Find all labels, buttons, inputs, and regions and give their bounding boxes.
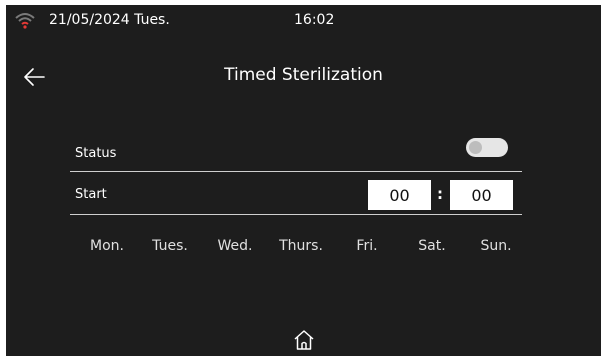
home-icon[interactable] <box>292 328 316 352</box>
day-wednesday[interactable]: Wed. <box>205 238 265 254</box>
status-date: 21/05/2024 Tues. <box>49 12 170 28</box>
divider-start <box>70 214 522 215</box>
day-sunday[interactable]: Sun. <box>466 238 526 254</box>
status-bar: 21/05/2024 Tues. 16:02 <box>6 5 601 35</box>
device-screen: 21/05/2024 Tues. 16:02 Timed Sterilizati… <box>6 5 601 356</box>
day-monday[interactable]: Mon. <box>77 238 137 254</box>
time-separator: : <box>437 185 443 203</box>
day-thursday[interactable]: Thurs. <box>271 238 331 254</box>
status-label: Status <box>75 146 117 161</box>
status-toggle[interactable] <box>466 138 508 157</box>
day-tuesday[interactable]: Tues. <box>140 238 200 254</box>
divider-status <box>70 171 522 172</box>
start-minute-input[interactable]: 00 <box>450 180 513 210</box>
status-time: 16:02 <box>294 12 335 28</box>
day-saturday[interactable]: Sat. <box>402 238 462 254</box>
start-hour-input[interactable]: 00 <box>368 180 431 210</box>
day-friday[interactable]: Fri. <box>337 238 397 254</box>
wifi-icon <box>15 13 35 29</box>
toggle-knob <box>469 141 482 154</box>
page-title: Timed Sterilization <box>224 65 383 85</box>
start-label: Start <box>75 187 107 202</box>
